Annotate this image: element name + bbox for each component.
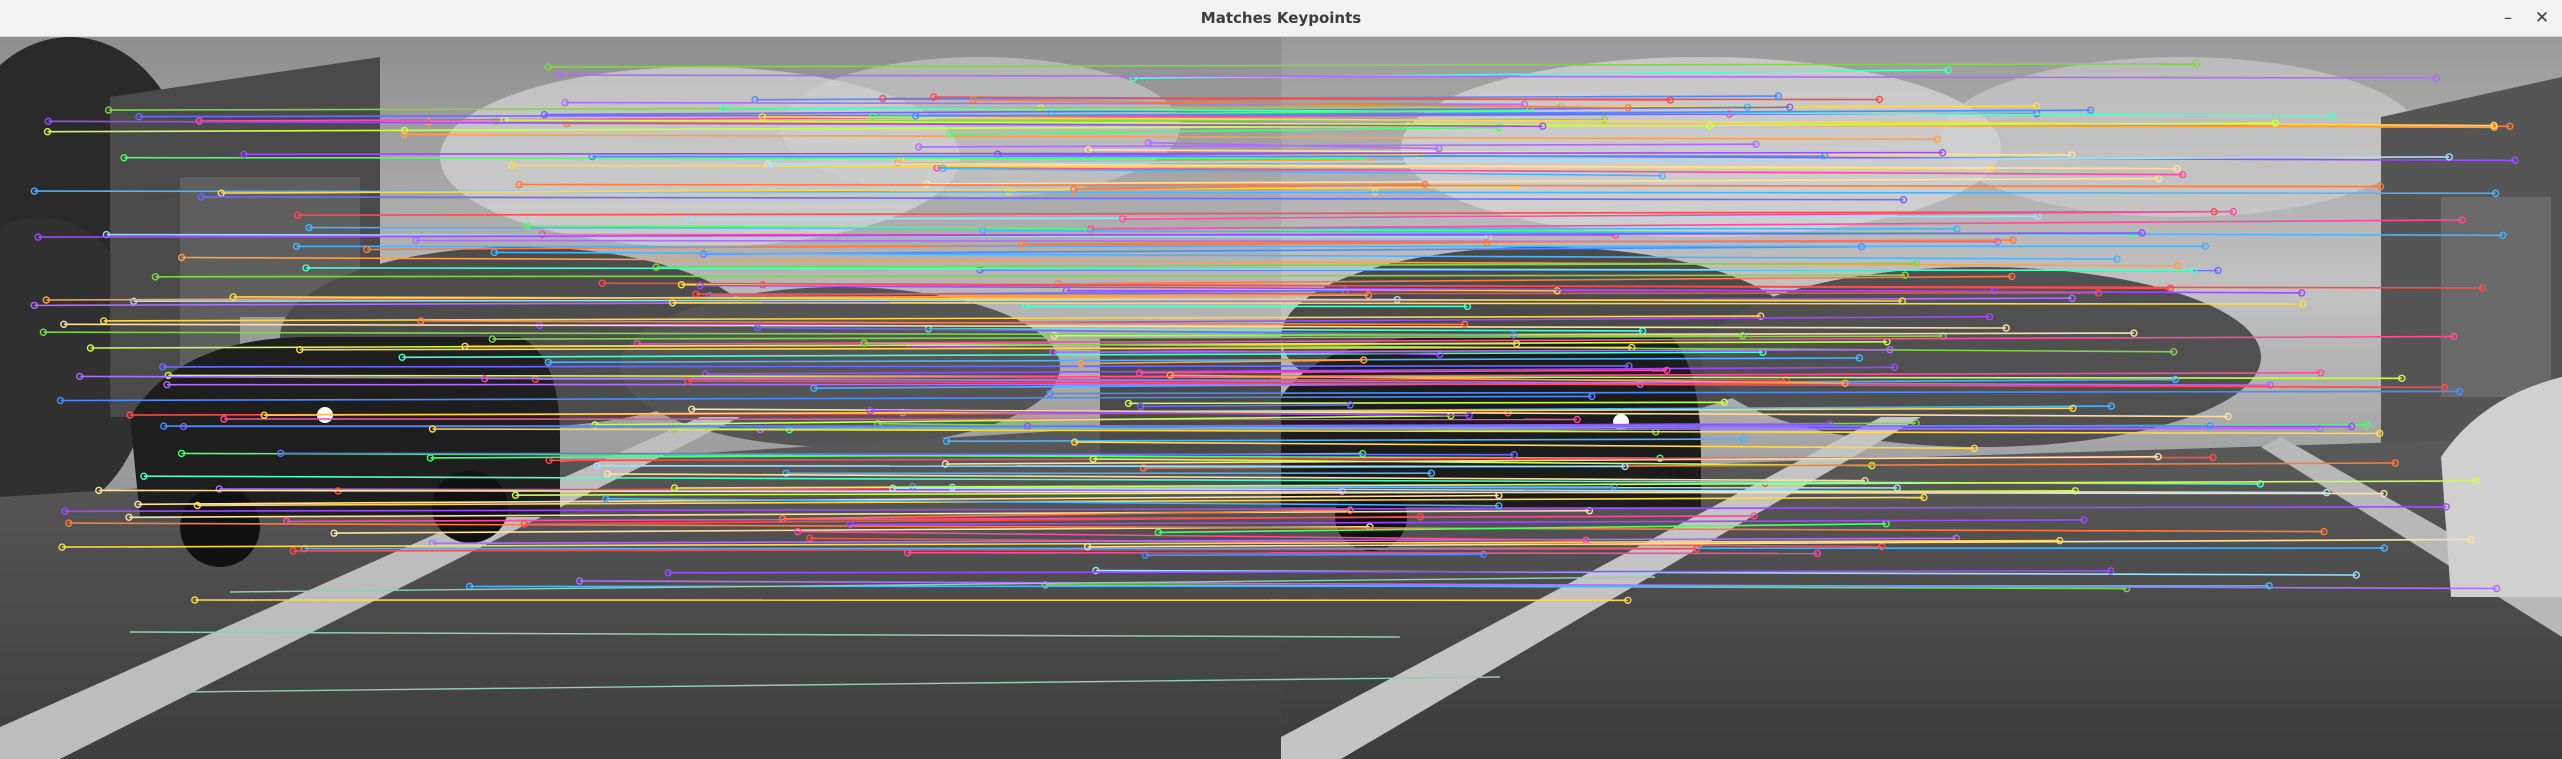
- match-line: [705, 366, 1895, 375]
- match-line: [1090, 219, 2463, 230]
- match-line: [927, 177, 2159, 185]
- match-line: [179, 676, 1501, 693]
- match-line: [592, 155, 1825, 158]
- match-line: [1074, 441, 1975, 450]
- match-line: [594, 415, 1451, 426]
- match-line: [1140, 404, 1351, 408]
- match-line: [124, 156, 1366, 160]
- match-line: [1049, 390, 2460, 395]
- match-line: [760, 427, 2320, 431]
- match-line: [201, 196, 1904, 201]
- match-line: [128, 509, 1590, 519]
- match-line: [60, 395, 1592, 402]
- match-line: [672, 301, 2303, 305]
- match-line: [64, 505, 2447, 513]
- match-line: [492, 335, 1943, 340]
- window-title: Matches Keypoints: [1200, 9, 1362, 27]
- match-line: [494, 251, 2117, 260]
- title-bar[interactable]: Matches Keypoints – ✕: [0, 0, 2562, 37]
- match-line: [907, 551, 1818, 555]
- match-line: [404, 133, 1938, 141]
- close-icon[interactable]: ✕: [2530, 7, 2554, 29]
- match-line: [223, 418, 1578, 421]
- match-line: [519, 183, 2381, 188]
- matches-overlay: [30, 60, 2519, 693]
- minimize-icon[interactable]: –: [2496, 7, 2520, 29]
- match-line: [68, 522, 2324, 533]
- application-window: Matches Keypoints – ✕: [0, 0, 2562, 759]
- match-line: [304, 547, 2385, 550]
- match-line: [1128, 401, 1725, 405]
- match-line: [155, 274, 1906, 278]
- match-line: [129, 631, 1401, 638]
- match-line: [936, 167, 2183, 176]
- match-line: [162, 365, 1629, 368]
- match-line: [558, 74, 2437, 79]
- match-line: [668, 570, 2111, 574]
- match-line: [1058, 275, 2012, 285]
- match-line: [244, 151, 1943, 155]
- match-line: [432, 537, 1957, 545]
- match-line: [1143, 462, 2396, 469]
- match-line: [656, 262, 1917, 268]
- match-line: [596, 464, 1626, 468]
- match-line: [1145, 553, 1484, 557]
- match-line: [63, 323, 2007, 329]
- match-line: [695, 292, 2099, 295]
- match-line: [946, 438, 1744, 443]
- match-line: [402, 351, 1763, 359]
- match-line: [703, 245, 1862, 255]
- image-canvas: [0, 37, 2562, 759]
